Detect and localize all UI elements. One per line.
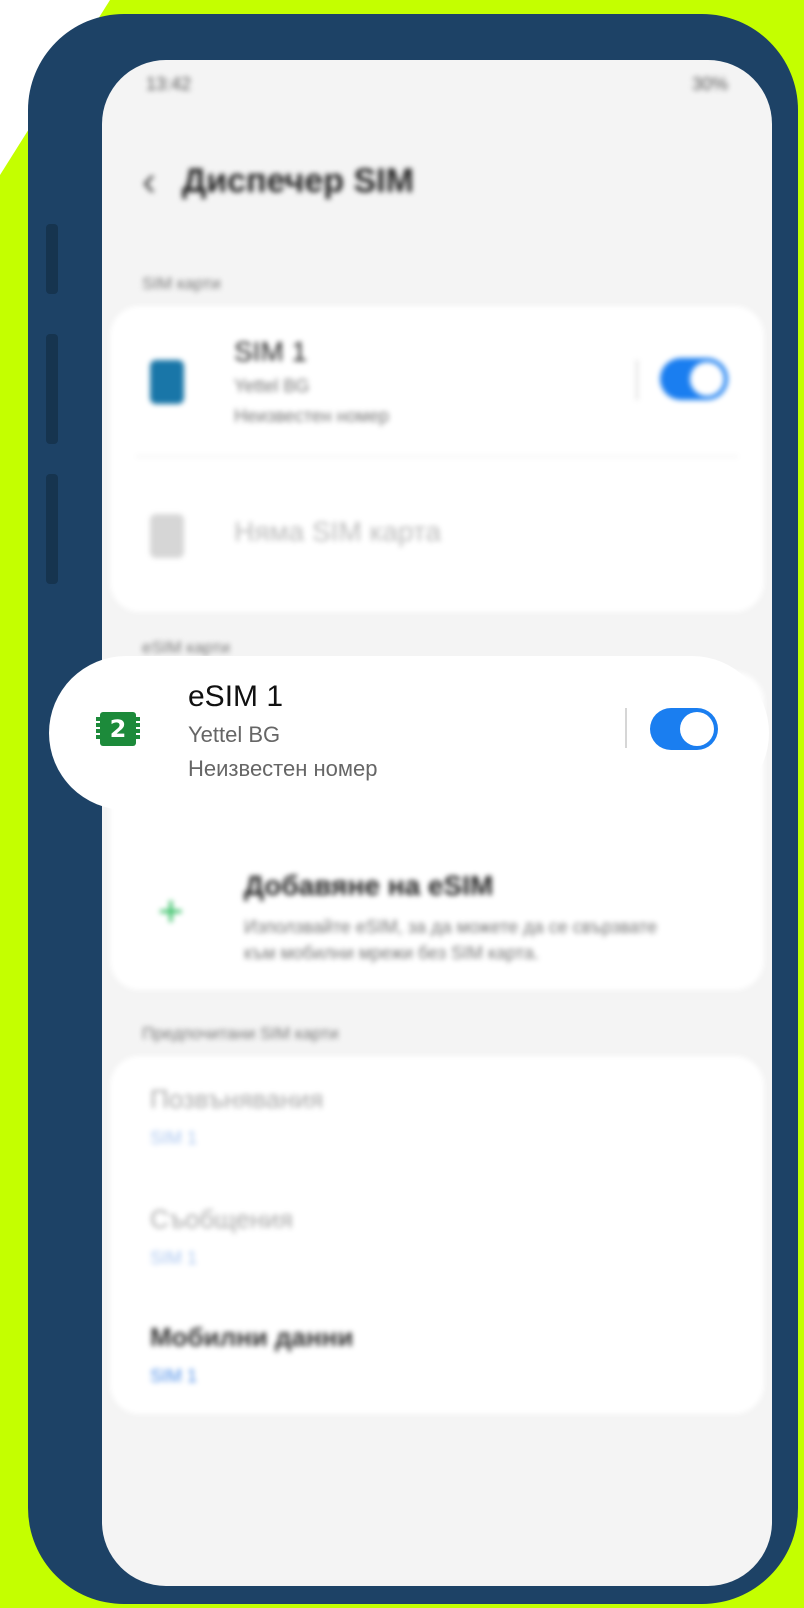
- mobile-data-title: Мобилни данни: [150, 1322, 354, 1352]
- section-label-preferred: Предпочитани SIM карти: [142, 1024, 339, 1043]
- preferred-card-list: Позвънявания SIM 1 Съобщения SIM 1 Мобил…: [110, 1056, 764, 1414]
- esim1-toggle[interactable]: [650, 708, 718, 750]
- sim1-carrier: Yettel BG: [234, 376, 310, 396]
- power-button: [46, 474, 58, 584]
- page-title: Диспечер SIM: [182, 161, 414, 200]
- add-esim-row[interactable]: + Добавяне на eSIM Използвайте eSIM, за …: [110, 850, 764, 990]
- messages-title: Съобщения: [150, 1204, 293, 1234]
- status-time: 13:42: [146, 74, 192, 94]
- sim1-number: Неизвестен номер: [234, 406, 390, 426]
- add-esim-title: Добавяне на eSIM: [244, 870, 494, 901]
- esim1-number: Неизвестен номер: [188, 756, 378, 781]
- chevron-left-icon[interactable]: ‹: [142, 160, 156, 202]
- volume-down-button: [46, 334, 58, 444]
- status-battery: 30%: [691, 74, 728, 94]
- esim1-carrier: Yettel BG: [188, 722, 281, 747]
- messages-value: SIM 1: [150, 1248, 198, 1268]
- sim-card-list: SIM 1 Yettel BG Неизвестен номер Няма SI…: [110, 306, 764, 612]
- mobile-data-value: SIM 1: [150, 1366, 198, 1386]
- sim1-title: SIM 1: [234, 336, 308, 367]
- no-sim-row: Няма SIM карта: [110, 458, 764, 608]
- toggle-knob: [690, 362, 724, 396]
- volume-up-button: [46, 224, 58, 294]
- calls-value: SIM 1: [150, 1128, 198, 1148]
- messages-row[interactable]: Съобщения SIM 1: [110, 1176, 764, 1296]
- header: ‹ Диспечер SIM: [142, 160, 414, 202]
- divider: [136, 456, 738, 457]
- phone-screen: 13:42 30% ‹ Диспечер SIM SIM карти SIM 1…: [102, 60, 772, 1586]
- toggle-knob: [680, 712, 714, 746]
- sim-card-empty-icon: [150, 514, 184, 558]
- status-bar: 13:42 30%: [146, 74, 728, 104]
- add-esim-description: Използвайте eSIM, за да можете да се свъ…: [244, 917, 658, 963]
- calls-title: Позвънявания: [150, 1084, 324, 1114]
- section-label-sim: SIM карти: [142, 274, 221, 293]
- plus-icon: +: [158, 887, 184, 936]
- calls-row[interactable]: Позвънявания SIM 1: [110, 1056, 764, 1176]
- esim1-title: eSIM 1: [188, 680, 284, 713]
- sim1-toggle[interactable]: [660, 358, 728, 400]
- separator: [636, 360, 638, 400]
- mobile-data-row[interactable]: Мобилни данни SIM 1: [110, 1296, 764, 1414]
- separator: [625, 708, 627, 748]
- sim-card-icon: [150, 360, 184, 404]
- esim-chip-icon: 2: [96, 712, 140, 746]
- no-sim-label: Няма SIM карта: [234, 516, 442, 547]
- sim1-row[interactable]: SIM 1 Yettel BG Неизвестен номер: [110, 306, 764, 456]
- section-label-esim: eSIM карти: [142, 638, 231, 657]
